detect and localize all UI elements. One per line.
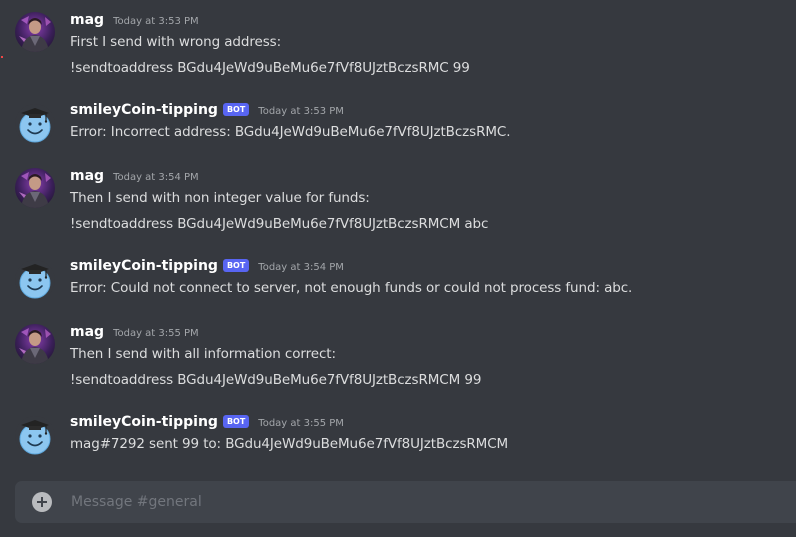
- message-header: mag Today at 3:53 PM: [70, 12, 199, 32]
- bot-avatar[interactable]: [15, 416, 55, 456]
- message-text: Then I send with non integer value for f…: [70, 190, 370, 206]
- message-header: mag Today at 3:55 PM: [70, 324, 199, 344]
- mag-avatar-icon: [15, 168, 55, 208]
- message-text: Error: Could not connect to server, not …: [70, 280, 633, 296]
- smiley-bot-avatar-icon: [15, 104, 55, 144]
- smiley-bot-avatar-icon: [15, 260, 55, 300]
- unread-marker: [1, 56, 3, 58]
- bot-tag: BOT: [222, 415, 250, 428]
- bot-avatar[interactable]: [15, 104, 55, 144]
- timestamp[interactable]: Today at 3:55 PM: [258, 418, 344, 429]
- user-avatar[interactable]: [15, 12, 55, 52]
- bot-tag: BOT: [222, 103, 250, 116]
- mag-avatar-icon: [15, 324, 55, 364]
- message-text: Error: Incorrect address: BGdu4JeWd9uBeM…: [70, 124, 511, 140]
- plus-circle-icon[interactable]: [32, 492, 52, 512]
- username[interactable]: smileyCoin-tipping: [70, 102, 218, 118]
- message-header: mag Today at 3:54 PM: [70, 168, 199, 188]
- message-text: Then I send with all information correct…: [70, 346, 336, 362]
- message-text: !sendtoaddress BGdu4JeWd9uBeMu6e7fVf8UJz…: [70, 60, 470, 76]
- user-avatar[interactable]: [15, 168, 55, 208]
- message-composer: [15, 481, 796, 523]
- username[interactable]: mag: [70, 12, 104, 28]
- username[interactable]: smileyCoin-tipping: [70, 258, 218, 274]
- message-text: !sendtoaddress BGdu4JeWd9uBeMu6e7fVf8UJz…: [70, 372, 482, 388]
- username[interactable]: mag: [70, 324, 104, 340]
- bot-tag: BOT: [222, 259, 250, 272]
- timestamp[interactable]: Today at 3:53 PM: [258, 106, 344, 117]
- message-header: smileyCoin-tipping BOT Today at 3:53 PM: [70, 102, 344, 122]
- message-text: First I send with wrong address:: [70, 34, 282, 50]
- timestamp[interactable]: Today at 3:54 PM: [113, 172, 199, 183]
- message-text: !sendtoaddress BGdu4JeWd9uBeMu6e7fVf8UJz…: [70, 216, 489, 232]
- timestamp[interactable]: Today at 3:55 PM: [113, 328, 199, 339]
- username[interactable]: mag: [70, 168, 104, 184]
- timestamp[interactable]: Today at 3:54 PM: [258, 262, 344, 273]
- mag-avatar-icon: [15, 12, 55, 52]
- message-header: smileyCoin-tipping BOT Today at 3:55 PM: [70, 414, 344, 434]
- message-list: mag Today at 3:53 PM First I send with w…: [0, 0, 796, 480]
- message-header: smileyCoin-tipping BOT Today at 3:54 PM: [70, 258, 344, 278]
- user-avatar[interactable]: [15, 324, 55, 364]
- bot-avatar[interactable]: [15, 260, 55, 300]
- username[interactable]: smileyCoin-tipping: [70, 414, 218, 430]
- smiley-bot-avatar-icon: [15, 416, 55, 456]
- message-text: mag#7292 sent 99 to: BGdu4JeWd9uBeMu6e7f…: [70, 436, 509, 452]
- timestamp[interactable]: Today at 3:53 PM: [113, 16, 199, 27]
- message-input[interactable]: [71, 481, 771, 523]
